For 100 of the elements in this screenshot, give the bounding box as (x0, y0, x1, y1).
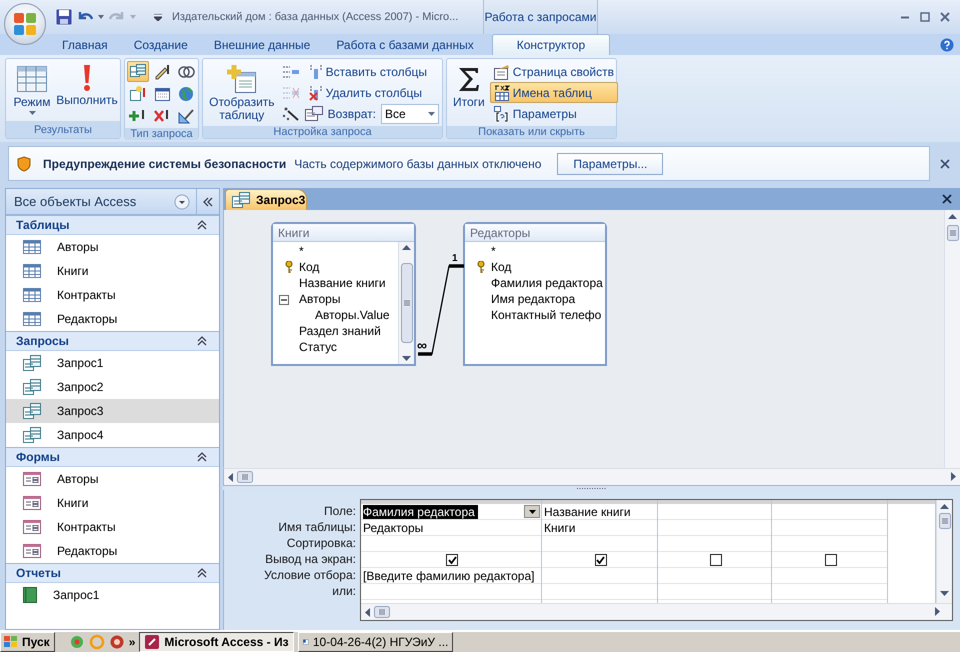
ribbon-tab[interactable]: Создание (122, 34, 200, 55)
office-logo-icon (13, 12, 37, 36)
field-name[interactable]: Название книги (299, 276, 386, 290)
show-checkbox[interactable] (710, 554, 722, 566)
nav-group-header[interactable]: Запросы (6, 331, 219, 351)
relationship-line[interactable] (416, 264, 466, 356)
item-label: Запрос4 (57, 428, 104, 442)
return-icon (304, 106, 323, 122)
show-checkbox[interactable] (824, 554, 836, 566)
show-table-button[interactable]: Отобразить таблицу (206, 61, 278, 124)
field-name[interactable]: Статус (299, 340, 337, 354)
field-name[interactable]: * (491, 244, 496, 258)
row-label: Имя таблицы: (278, 519, 356, 535)
splitter-grip-icon (576, 486, 606, 490)
field-name[interactable]: Контактный телефо (491, 308, 602, 322)
field-name[interactable]: Код (299, 260, 320, 274)
totals-button[interactable]: Итоги (450, 61, 488, 124)
field-name[interactable]: Имя редактора (491, 292, 576, 306)
field-list-title: Книги (273, 224, 414, 242)
show-checkbox[interactable] (594, 554, 606, 566)
more-button[interactable]: » (128, 635, 136, 649)
nav-item[interactable]: Запрос3 (6, 399, 219, 423)
scroll-down-icon (402, 356, 411, 361)
close-bar-button[interactable] (940, 158, 950, 168)
field-name[interactable]: Раздел знаний (299, 324, 381, 338)
close-button[interactable] (940, 12, 950, 22)
quick-launch-button[interactable] (68, 634, 85, 650)
return-select[interactable]: Все (381, 104, 439, 124)
vertical-scrollbar[interactable] (944, 210, 960, 468)
field-cell[interactable]: Фамилия редактора (363, 504, 478, 518)
field-name[interactable]: * (299, 244, 304, 258)
scroll-down-icon (940, 591, 949, 596)
show-option-button[interactable]: Параметры (490, 103, 618, 124)
criteria-cell[interactable]: [Введите фамилию редактора] (363, 568, 534, 582)
close-icon (940, 158, 950, 168)
insert-columns-button[interactable]: Вставить столбцы (304, 61, 431, 82)
button-label: Отобразить таблицу (209, 96, 275, 122)
collapse-icon (197, 452, 207, 462)
security-message: Часть содержимого базы данных отключено (294, 156, 542, 170)
quick-launch-button[interactable] (108, 634, 125, 650)
query-icon (23, 355, 41, 371)
query-icon (23, 379, 41, 395)
grid-vertical-scrollbar[interactable] (936, 500, 952, 603)
show-checkbox[interactable] (446, 554, 458, 566)
scroll-thumb-icon (374, 606, 390, 618)
maximize-button[interactable] (920, 12, 930, 22)
ribbon-tab[interactable]: Конструктор (492, 34, 610, 55)
dropdown-button[interactable] (524, 505, 540, 518)
grid-horizontal-scrollbar[interactable] (361, 603, 952, 620)
delete-columns-button[interactable]: Удалить столбцы (304, 82, 426, 103)
help-button[interactable] (940, 38, 954, 52)
ribbon-tab[interactable]: Внешние данные (202, 34, 322, 55)
field-name[interactable]: Авторы.Value (315, 308, 390, 322)
minimize-button[interactable] (900, 16, 910, 18)
table-cell[interactable]: Редакторы (363, 520, 424, 534)
taskbar-button[interactable]: Microsoft Access - Из (139, 632, 294, 652)
scrollbar[interactable] (398, 242, 414, 364)
scroll-thumb-icon (400, 263, 412, 343)
field-name[interactable]: Авторы (299, 292, 340, 306)
exclamation-icon (83, 64, 91, 92)
nav-group-header[interactable]: Формы (6, 447, 219, 467)
key-icon (477, 261, 485, 273)
nav-menu-button[interactable] (174, 194, 190, 210)
row-label: или: (332, 583, 356, 599)
item-label: Книги (57, 264, 88, 278)
field-cell[interactable]: Название книги (544, 504, 631, 518)
view-button[interactable]: Режим (9, 61, 55, 119)
nav-group-header[interactable]: Таблицы (6, 215, 219, 235)
close-document-button[interactable] (942, 194, 952, 204)
save-button[interactable] (56, 9, 72, 25)
nav-group-header[interactable]: Отчеты (6, 563, 219, 583)
field-name[interactable]: Код (491, 260, 512, 274)
item-label: Авторы (57, 240, 98, 254)
show-option-button[interactable]: Страница свойств (490, 61, 618, 82)
taskbar-button[interactable]: 10-04-26-4(2) НГУЭиУ ... (298, 632, 454, 652)
show-option-button[interactable]: Имена таблиц (490, 82, 618, 103)
table-names-icon (494, 84, 510, 100)
group-label: Тип запроса (125, 128, 198, 140)
field-name[interactable]: Фамилия редактора (491, 276, 603, 290)
table-cell[interactable]: Книги (544, 520, 576, 534)
customize-button[interactable] (154, 14, 162, 20)
key-icon (285, 261, 293, 273)
document-tab[interactable]: Запрос3 (225, 189, 307, 210)
field-list-window[interactable]: Редакторы * Код Фамилия редактора Имя редактора Контактный телефо (463, 222, 607, 366)
start-button[interactable]: Пуск (0, 632, 55, 652)
circle-icon (108, 634, 125, 650)
delete-columns-icon (308, 84, 323, 100)
horizontal-scrollbar[interactable] (223, 468, 960, 485)
table-icon (23, 264, 41, 278)
item-label: Запрос1 (57, 356, 104, 370)
windows-flag-icon (3, 635, 19, 649)
double-chevron-icon (203, 196, 213, 206)
ribbon-tab[interactable]: Главная (50, 34, 120, 55)
options-button[interactable]: Параметры... (557, 152, 664, 174)
ribbon-tab[interactable]: Работа с базами данных (324, 34, 486, 55)
close-icon (942, 194, 952, 204)
undo-menu-button[interactable] (98, 15, 104, 19)
field-list-window[interactable]: Книги * Код Название книги Авторы Авторы.Value Раздел знаний Статус (271, 222, 416, 366)
run-button[interactable]: Выполнить (57, 61, 117, 119)
table-icon (23, 312, 41, 326)
